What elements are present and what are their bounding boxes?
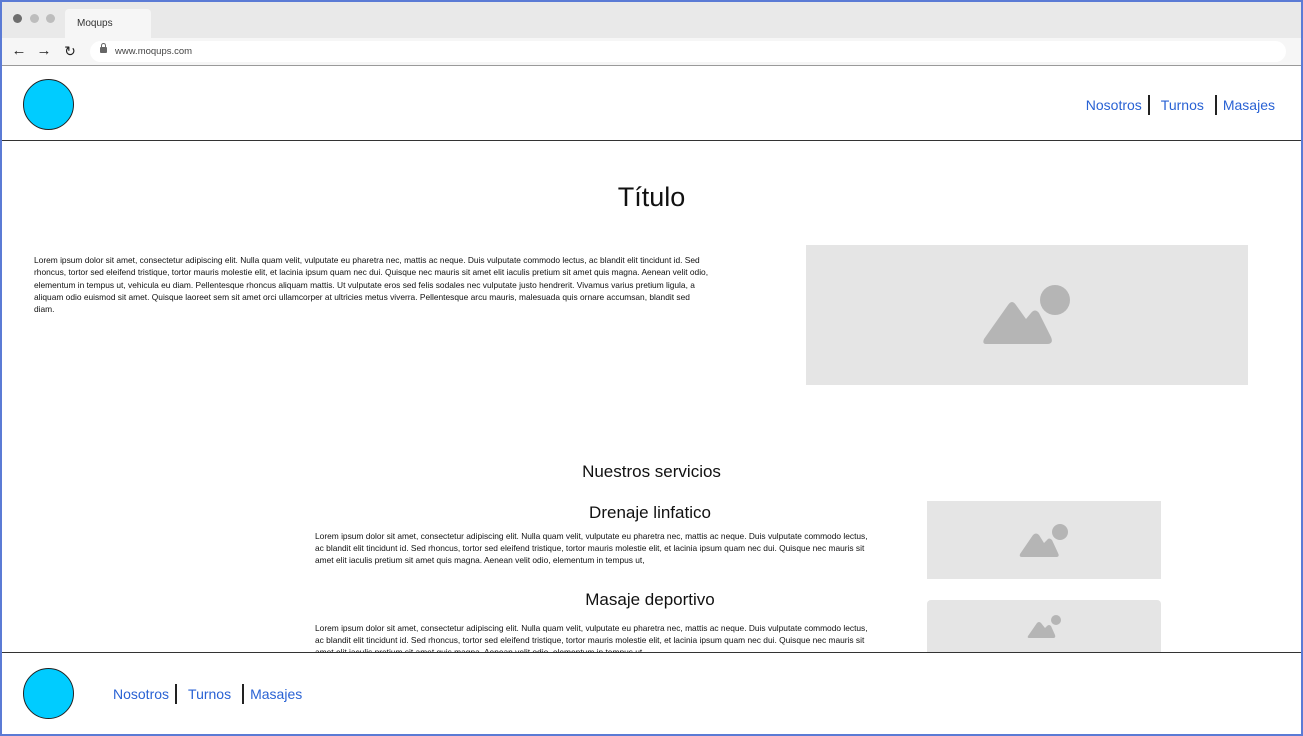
page-title: Título [617,182,686,212]
reload-icon[interactable]: ↻ [61,42,79,60]
image-placeholder-icon [1019,524,1068,557]
browser-tab[interactable]: Moqups [65,9,151,38]
window-close-dot[interactable] [13,14,22,23]
image-placeholder-icon [1027,615,1061,638]
intro-paragraph: Lorem ipsum dolor sit amet, consectetur … [34,255,709,315]
footer-link-nosotros[interactable]: Nosotros [107,686,175,702]
window-minimize-dot[interactable] [30,14,39,23]
service-image-placeholder [927,600,1161,652]
back-arrow-icon[interactable]: ← [10,42,28,60]
footer-link-masajes[interactable]: Masajes [244,686,308,702]
image-placeholder-icon [983,285,1070,344]
site-header: Nosotros Turnos Masajes [2,67,1301,141]
address-bar[interactable]: www.moqups.com [90,41,1286,62]
footer-nav: Nosotros Turnos Masajes [107,683,308,705]
service-description: Lorem ipsum dolor sit amet, consectetur … [315,531,868,565]
service-title: Masaje deportivo [585,590,715,609]
footer-link-turnos[interactable]: Turnos [177,686,242,702]
browser-window: Moqups ← → ↻ www.moqups.com Nosotros Tur… [0,0,1303,736]
nav-link-masajes[interactable]: Masajes [1217,97,1281,113]
window-maximize-dot[interactable] [46,14,55,23]
header-nav: Nosotros Turnos Masajes [1080,94,1281,116]
main-content: Título Lorem ipsum dolor sit amet, conse… [2,142,1301,652]
service-title: Drenaje linfatico [589,503,711,522]
logo-circle[interactable] [23,79,74,130]
service-description: Lorem ipsum dolor sit amet, consectetur … [315,623,868,652]
nav-link-nosotros[interactable]: Nosotros [1080,97,1148,113]
lock-icon [100,43,107,53]
forward-arrow-icon[interactable]: → [35,42,53,60]
url-text: www.moqups.com [115,46,193,57]
services-heading: Nuestros servicios [582,462,721,481]
service-image-placeholder [927,501,1161,579]
tab-title: Moqups [77,18,113,29]
nav-link-turnos[interactable]: Turnos [1150,97,1215,113]
site-footer: Nosotros Turnos Masajes [2,652,1301,734]
logo-circle[interactable] [23,668,74,719]
image-placeholder [806,245,1248,385]
browser-toolbar: ← → ↻ www.moqups.com [2,38,1301,66]
tab-strip: Moqups [2,2,1301,38]
